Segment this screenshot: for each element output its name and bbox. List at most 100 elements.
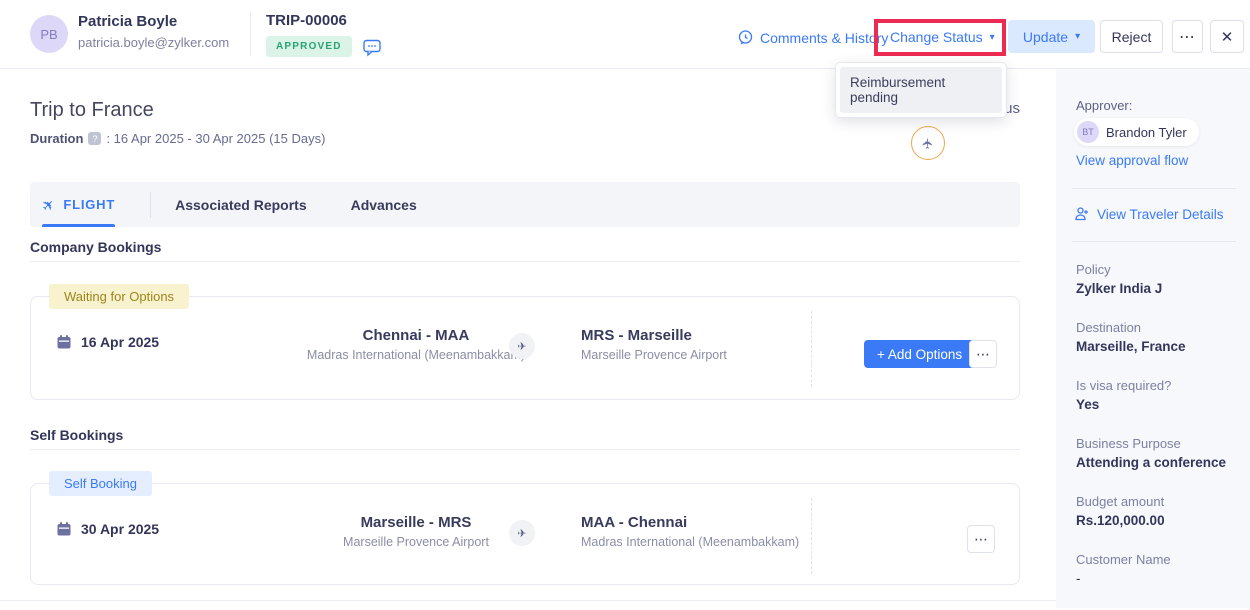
field-label: Policy [1076, 262, 1240, 277]
field-value: Attending a conference [1076, 455, 1240, 470]
update-button[interactable]: Update ▾ [1008, 20, 1095, 53]
flight-leg-to: MAA - Chennai Madras International (Meen… [581, 514, 799, 549]
reject-label: Reject [1112, 29, 1152, 45]
traveler-icon [1074, 206, 1090, 222]
to-code: MRS - Marseille [581, 327, 727, 344]
field-label: Is visa required? [1076, 378, 1240, 393]
plane-icon: ✈ [38, 193, 60, 215]
field-label: Customer Name [1076, 552, 1240, 567]
booking-date: 30 Apr 2025 [56, 521, 159, 537]
sidebar-divider [1072, 188, 1236, 189]
ellipsis-icon: ⋯ [976, 346, 990, 363]
header-divider [250, 12, 251, 56]
page-title: Trip to France [30, 99, 154, 122]
flight-direction-icon: ✈ [509, 333, 535, 359]
bottom-divider [0, 600, 1056, 601]
comments-history-link[interactable]: Comments & History [737, 29, 888, 46]
close-icon: ✕ [1221, 28, 1234, 46]
update-label: Update [1023, 29, 1068, 45]
add-options-button[interactable]: + Add Options [864, 340, 975, 368]
self-booking-card: Self Booking 30 Apr 2025 Marseille - MRS… [30, 483, 1020, 585]
waiting-for-options-badge: Waiting for Options [49, 284, 189, 309]
change-status-button[interactable]: Change Status ▾ [890, 29, 995, 45]
self-booking-badge: Self Booking [49, 471, 152, 496]
field-value: Zylker India J [1076, 281, 1240, 296]
company-booking-card: Waiting for Options 16 Apr 2025 Chennai … [30, 296, 1020, 400]
field-value: Yes [1076, 397, 1240, 412]
approver-label: Approver: [1076, 98, 1132, 113]
dotted-divider [811, 498, 812, 574]
chat-icon[interactable] [362, 37, 382, 57]
details-sidebar: Approver: BT Brandon Tyler View approval… [1056, 69, 1250, 608]
tab-flight-label: FLIGHT [63, 197, 115, 212]
duration-value: : 16 Apr 2025 - 30 Apr 2025 (15 Days) [106, 131, 325, 146]
field-value: Rs.120,000.00 [1076, 513, 1240, 528]
reject-button[interactable]: Reject [1100, 20, 1163, 53]
tab-strip: ✈ FLIGHT Associated Reports Advances [30, 182, 1020, 227]
field-label: Budget amount [1076, 494, 1240, 509]
to-airport: Marseille Provence Airport [581, 348, 727, 362]
company-bookings-heading: Company Bookings [30, 239, 161, 255]
tab-advances[interactable]: Advances [351, 197, 417, 213]
user-name: Patricia Boyle [78, 13, 177, 30]
view-approval-flow-link[interactable]: View approval flow [1076, 153, 1188, 168]
booking-more-button[interactable]: ⋯ [967, 525, 995, 553]
flight-direction-icon: ✈ [509, 520, 535, 546]
tab-associated-reports[interactable]: Associated Reports [175, 197, 306, 213]
avatar: PB [30, 15, 68, 53]
field-value: - [1076, 571, 1240, 586]
calendar-icon [56, 334, 72, 350]
trip-status-row: APPROVED [266, 36, 382, 57]
plane-icon: ✈ [919, 137, 936, 149]
section-divider [30, 261, 1020, 262]
change-status-label: Change Status [890, 29, 983, 45]
traveler-details-label: View Traveler Details [1097, 207, 1224, 222]
calendar-icon [56, 521, 72, 537]
header-bar: PB Patricia Boyle patricia.boyle@zylker.… [0, 0, 1250, 69]
field-label: Destination [1076, 320, 1240, 335]
flight-booking-status-icon[interactable]: ✈ [911, 126, 945, 160]
section-divider [30, 449, 1020, 450]
dotted-divider [811, 311, 812, 387]
to-code: MAA - Chennai [581, 514, 799, 531]
field-visa-required: Is visa required? Yes [1076, 378, 1240, 412]
ellipsis-icon: ⋯ [1179, 27, 1196, 47]
field-business-purpose: Business Purpose Attending a conference [1076, 436, 1240, 470]
field-destination: Destination Marseille, France [1076, 320, 1240, 354]
field-budget-amount: Budget amount Rs.120,000.00 [1076, 494, 1240, 528]
to-airport: Madras International (Meenambakkam) [581, 535, 799, 549]
chevron-down-icon: ▾ [990, 32, 995, 43]
status-badge: APPROVED [266, 36, 352, 57]
approver-chip[interactable]: BT Brandon Tyler [1074, 118, 1199, 146]
field-label: Business Purpose [1076, 436, 1240, 451]
view-traveler-details-link[interactable]: View Traveler Details [1074, 206, 1224, 222]
sidebar-divider [1072, 241, 1236, 242]
trip-duration: Duration ? : 16 Apr 2025 - 30 Apr 2025 (… [30, 131, 325, 146]
booking-date-label: 30 Apr 2025 [81, 521, 159, 537]
info-icon: ? [88, 132, 101, 145]
user-email: patricia.boyle@zylker.com [78, 35, 229, 50]
flight-leg-to: MRS - Marseille Marseille Provence Airpo… [581, 327, 727, 362]
approver-avatar: BT [1077, 121, 1099, 143]
booking-date: 16 Apr 2025 [56, 334, 159, 350]
chevron-down-icon: ▾ [1075, 31, 1080, 42]
self-bookings-heading: Self Bookings [30, 427, 123, 443]
field-customer-name: Customer Name - [1076, 552, 1240, 586]
field-policy: Policy Zylker India J [1076, 262, 1240, 296]
change-status-dropdown: Reimbursement pending [835, 62, 1007, 118]
tab-flight[interactable]: ✈ FLIGHT [42, 182, 115, 227]
trip-id: TRIP-00006 [266, 12, 347, 29]
approver-name: Brandon Tyler [1106, 125, 1187, 140]
trip-fields: Policy Zylker India J Destination Marsei… [1076, 262, 1240, 610]
comments-history-icon [737, 29, 754, 46]
duration-label: Duration [30, 131, 83, 146]
booking-more-button[interactable]: ⋯ [969, 340, 997, 368]
field-value: Marseille, France [1076, 339, 1240, 354]
booking-date-label: 16 Apr 2025 [81, 334, 159, 350]
dropdown-item-reimbursement-pending[interactable]: Reimbursement pending [840, 67, 1002, 113]
ellipsis-icon: ⋯ [974, 531, 988, 548]
comments-history-label: Comments & History [760, 30, 888, 46]
close-button[interactable]: ✕ [1210, 20, 1244, 53]
tab-divider [150, 192, 151, 218]
more-actions-button[interactable]: ⋯ [1172, 20, 1203, 53]
